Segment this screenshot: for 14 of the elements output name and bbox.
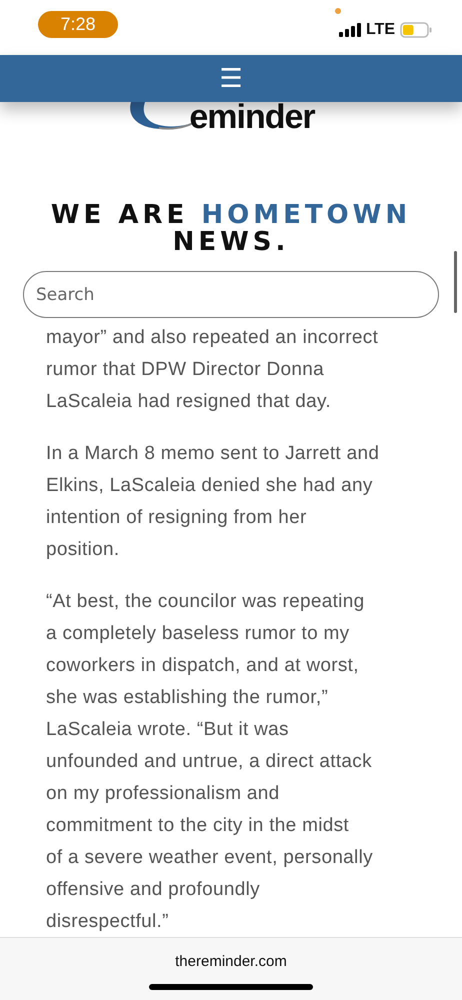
status-time: 7:28 xyxy=(38,11,118,38)
logo-text: eminder xyxy=(189,102,315,132)
article-paragraph: mayor” and also repeated an incorrect rumor that DPW Director Donna LaScaleia had resigned that day. xyxy=(46,326,380,414)
privacy-dot xyxy=(335,8,341,14)
network-label: LTE xyxy=(366,20,395,38)
search-field[interactable]: Search xyxy=(23,271,439,318)
article-paragraph: In a March 8 memo sent to Jarrett and Elkins, LaScaleia denied she had any intention of resigning from her position. xyxy=(46,442,380,562)
signal-icon xyxy=(338,22,361,36)
tagline: WE ARE HOMETOWN NEWS. xyxy=(50,202,412,256)
address-bar-url[interactable]: thereminder.com xyxy=(175,953,287,970)
menu-button[interactable]: ☰ xyxy=(215,66,247,92)
article-paragraph: “At best, the councilor was repeating a completely baseless rumor to my coworkers in dispatch, and at worst, she was establishing the rumor,” LaScaleia wrote. “But it was unfounded and untrue, a direct attack on my professionalism and commitment to the city in the midst of a severe weather event, personally offensive and profoundly disrespectful.” xyxy=(46,590,374,934)
battery-icon xyxy=(400,22,432,38)
scroll-bar xyxy=(454,251,457,313)
